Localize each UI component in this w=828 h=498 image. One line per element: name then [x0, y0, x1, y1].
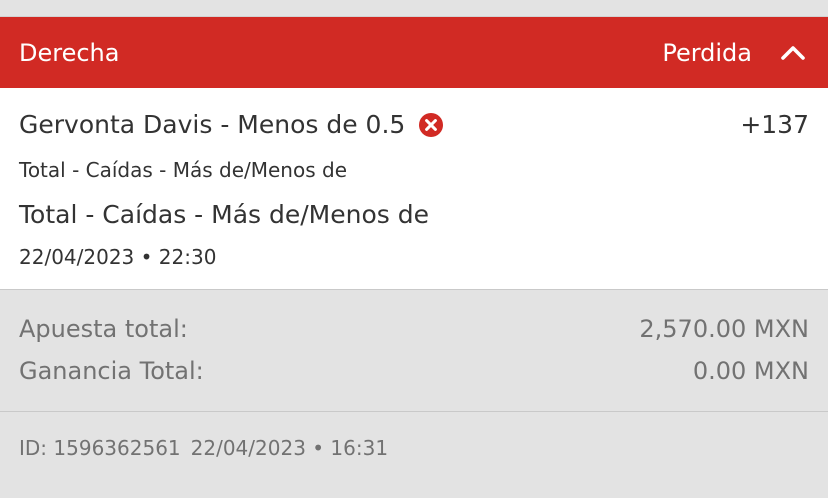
bet-footer: ID: 1596362561 22/04/2023 • 16:31	[19, 436, 388, 460]
bet-id: ID: 1596362561	[19, 436, 181, 460]
bet-header[interactable]: Derecha Perdida	[0, 17, 828, 88]
bet-status: Perdida	[662, 38, 752, 67]
placed-datetime: 22/04/2023 • 16:31	[190, 436, 389, 460]
market-name: Total - Caídas - Más de/Menos de	[19, 200, 429, 229]
selection-row: Gervonta Davis - Menos de 0.5 +137	[19, 110, 809, 139]
winnings-row: Ganancia Total: 0.00 MXN	[19, 357, 809, 385]
bet-totals: Apuesta total: 2,570.00 MXN Ganancia Tot…	[0, 291, 828, 412]
bet-type-title: Derecha	[19, 38, 120, 67]
lost-x-circle-icon	[419, 112, 444, 137]
event-datetime: 22/04/2023 • 22:30	[19, 245, 217, 269]
top-strip	[0, 0, 828, 17]
market-name-small: Total - Caídas - Más de/Menos de	[19, 158, 347, 182]
winnings-label: Ganancia Total:	[19, 357, 204, 385]
chevron-up-icon[interactable]	[778, 43, 808, 63]
stake-value: 2,570.00 MXN	[639, 315, 809, 343]
selection-odds: +137	[740, 110, 809, 139]
winnings-value: 0.00 MXN	[692, 357, 809, 385]
stake-row: Apuesta total: 2,570.00 MXN	[19, 315, 809, 343]
selection-card: Gervonta Davis - Menos de 0.5 +137 Total…	[0, 88, 828, 290]
stake-label: Apuesta total:	[19, 315, 188, 343]
selection-name: Gervonta Davis - Menos de 0.5	[19, 110, 406, 139]
